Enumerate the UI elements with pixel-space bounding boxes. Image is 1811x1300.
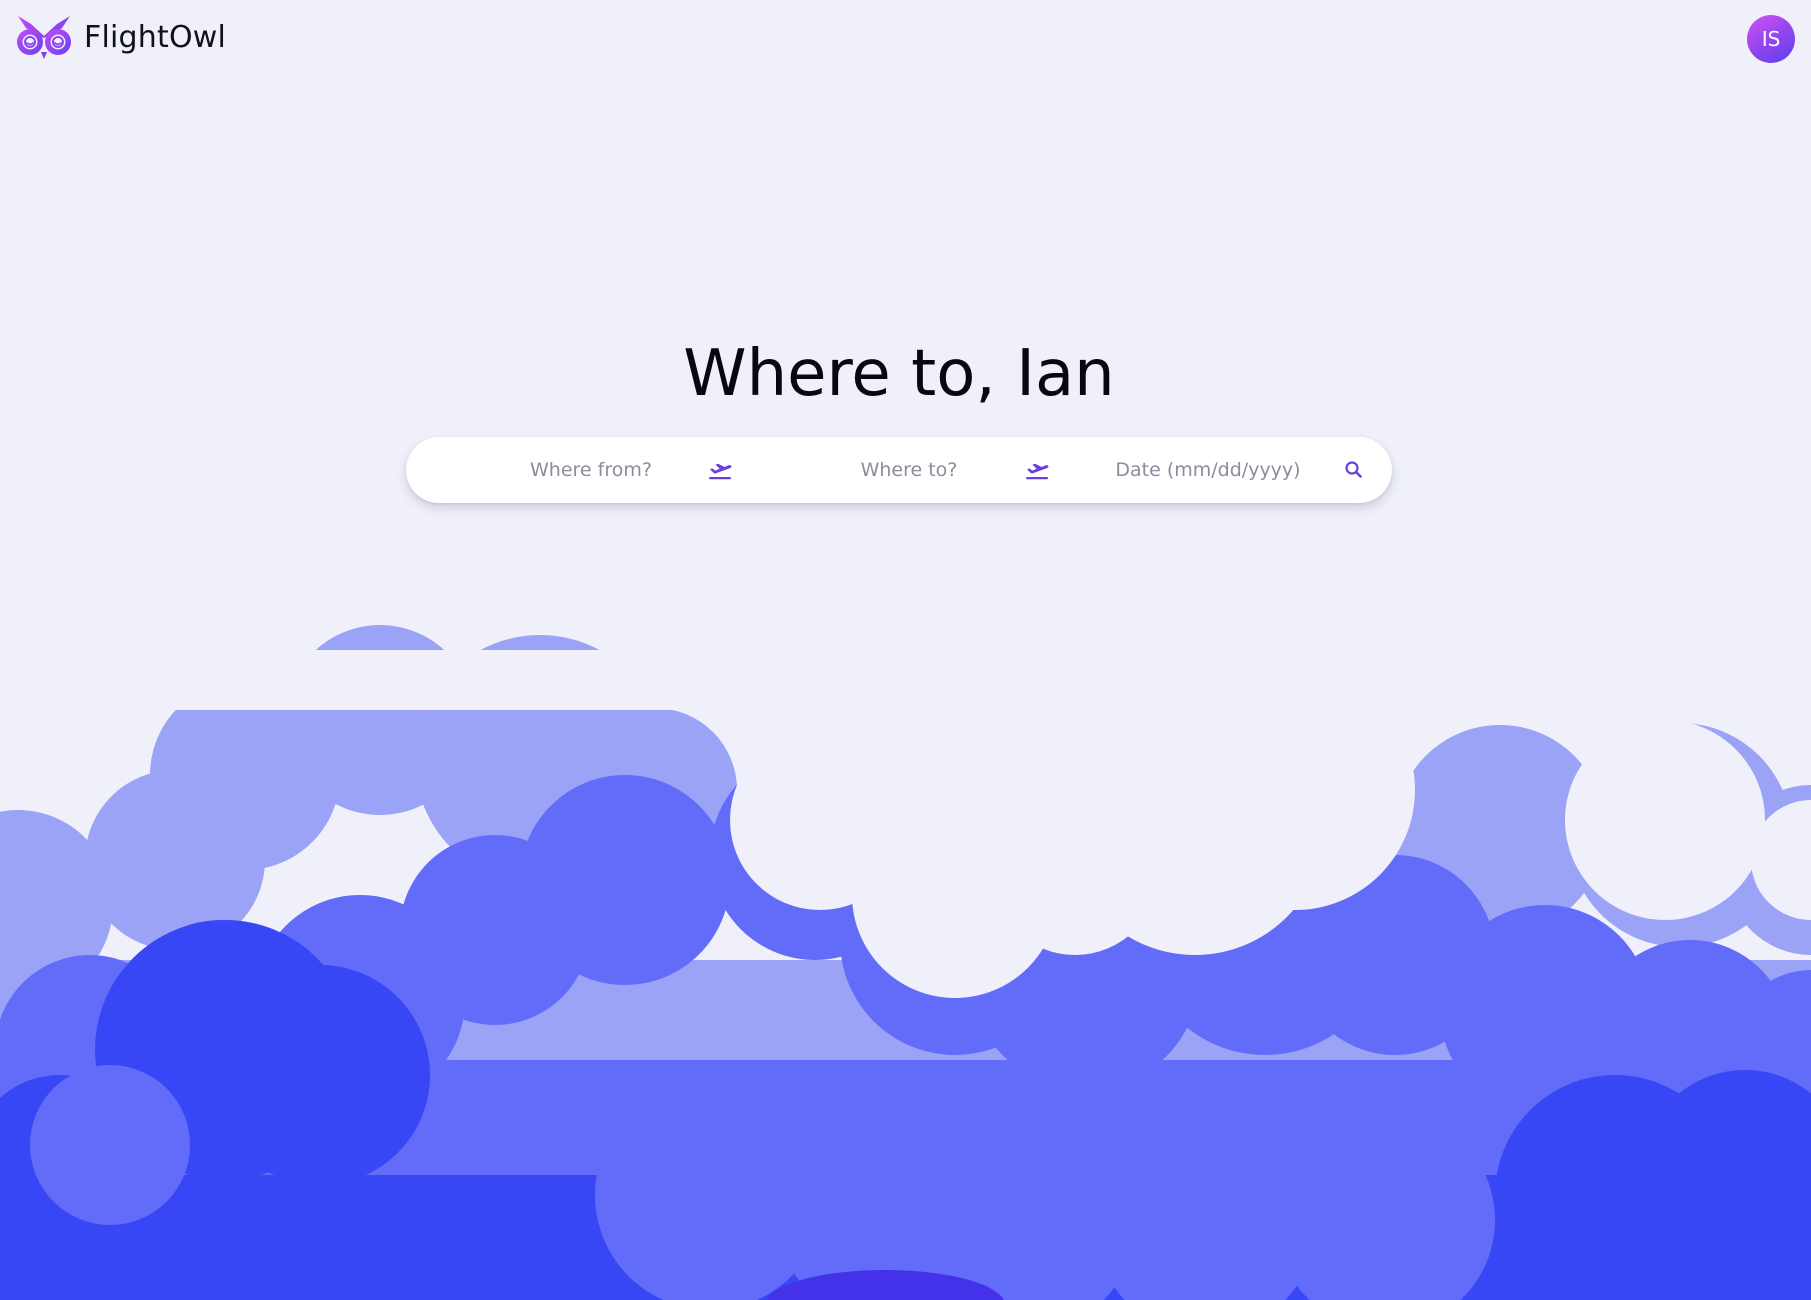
user-initials: IS <box>1761 27 1781 51</box>
date-input[interactable] <box>1078 450 1338 490</box>
origin-input[interactable] <box>466 450 716 490</box>
page-title: Where to, Ian <box>683 337 1115 411</box>
plane-takeoff-icon[interactable] <box>708 458 732 480</box>
user-avatar-button[interactable]: IS <box>1747 15 1795 63</box>
destination-input[interactable] <box>784 450 1034 490</box>
owl-logo-icon <box>17 16 71 59</box>
plane-takeoff-icon[interactable] <box>1025 458 1049 480</box>
flight-search-bar <box>406 437 1392 503</box>
top-bar: FlightOwl IS <box>0 0 1811 80</box>
cloud-background <box>0 625 1811 1300</box>
brand-name: FlightOwl <box>84 20 227 55</box>
search-icon[interactable] <box>1343 459 1365 481</box>
brand-logo-link[interactable]: FlightOwl <box>16 14 226 60</box>
